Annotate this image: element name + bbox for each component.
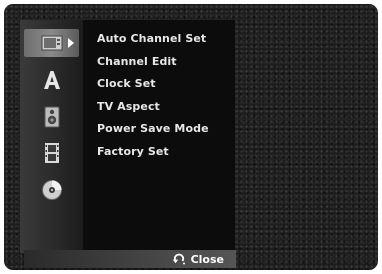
setup-menu: Auto Channel Set Channel Edit Clock Set … [20, 20, 235, 253]
close-button[interactable]: Close [172, 250, 224, 268]
menu-footer: Close [24, 250, 236, 268]
language-icon [43, 71, 60, 89]
category-general[interactable] [24, 29, 79, 57]
menu-item-tv-aspect[interactable]: TV Aspect [97, 96, 209, 119]
general-icon [41, 35, 62, 51]
menu-item-factory-set[interactable]: Factory Set [97, 141, 209, 164]
return-icon [172, 253, 185, 265]
menu-item-auto-channel-set[interactable]: Auto Channel Set [97, 28, 209, 51]
recording-icon [44, 143, 59, 163]
category-disc[interactable] [24, 176, 79, 204]
disc-icon [41, 180, 62, 200]
close-label: Close [190, 252, 224, 266]
menu-item-power-save-mode[interactable]: Power Save Mode [97, 118, 209, 141]
category-audio[interactable] [24, 103, 79, 131]
selection-arrow-icon [68, 38, 74, 48]
tv-screen: Auto Channel Set Channel Edit Clock Set … [4, 4, 378, 270]
menu-item-channel-edit[interactable]: Channel Edit [97, 51, 209, 74]
category-language[interactable] [24, 66, 79, 94]
menu-item-clock-set[interactable]: Clock Set [97, 73, 209, 96]
category-icon-column [20, 20, 83, 253]
audio-icon [44, 106, 59, 128]
setting-options: Auto Channel Set Channel Edit Clock Set … [97, 28, 209, 163]
category-recording[interactable] [24, 139, 79, 167]
